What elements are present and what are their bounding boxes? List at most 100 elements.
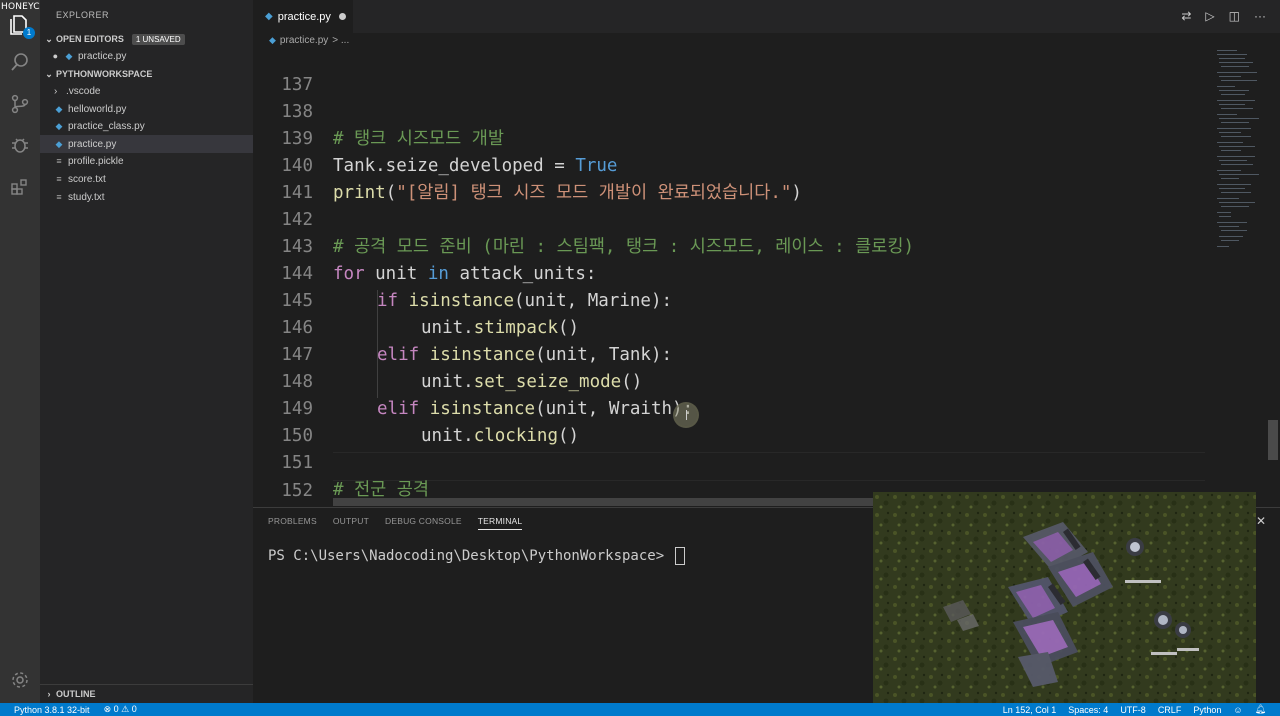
- code-line: 140 print("[알림] 탱크 시즈 모드 개발이 완료되었습니다."): [253, 126, 1213, 203]
- code-line: 143 for unit in attack_units:: [253, 207, 1213, 284]
- tab-label: practice.py: [277, 10, 331, 23]
- code-line: 152: [253, 451, 1213, 501]
- tree-item-practice[interactable]: ◆ practice.py: [40, 135, 253, 153]
- code-line: 138 # 탱크 시즈모드 개발: [253, 72, 1213, 149]
- code-line: 149 unit.clocking(): [253, 369, 1213, 446]
- python-file-icon: ◆: [65, 50, 73, 61]
- code-line: 148 elif isinstance(unit, Wraith):: [253, 342, 1213, 419]
- python-file-icon: ◆: [269, 34, 276, 45]
- tree-item-label: helloworld.py: [68, 103, 127, 115]
- problems-summary[interactable]: ⊗ 0 ⚠ 0: [104, 704, 137, 715]
- scrollbar-thumb[interactable]: [1268, 420, 1278, 460]
- debug-icon[interactable]: [8, 133, 32, 157]
- breadcrumb: ◆ practice.py > ...: [253, 33, 1280, 47]
- activity-bar: HONEYCAM 1: [0, 0, 54, 703]
- cursor-position[interactable]: Ln 152, Col 1: [1003, 705, 1057, 715]
- explorer-icon[interactable]: 1: [8, 12, 35, 39]
- file-icon: ≡: [56, 156, 62, 166]
- code-line: 147 unit.set_seize_mode(): [253, 315, 1213, 392]
- vscode-window: HONEYCAM 1 EXPLORER ⌄ OPEN EDITORS 1 UNS…: [0, 0, 1280, 716]
- tree-item-score-txt[interactable]: ≡ score.txt: [40, 170, 253, 188]
- code-line: 145 unit.stimpack(): [253, 261, 1213, 338]
- minimap[interactable]: [1213, 47, 1266, 507]
- breadcrumb-file[interactable]: practice.py: [280, 35, 328, 46]
- warning-count: 0: [131, 704, 137, 714]
- error-count: 0: [113, 704, 119, 714]
- unsaved-dot-icon: ●: [52, 51, 58, 61]
- open-editors-label: OPEN EDITORS: [56, 34, 124, 44]
- game-video-overlay: [873, 492, 1256, 707]
- run-icon[interactable]: ▷: [1205, 9, 1214, 23]
- terminal-prompt: PS C:\Users\Nadocoding\Desktop\PythonWor…: [268, 548, 673, 564]
- settings-gear-icon[interactable]: [8, 668, 32, 692]
- python-interpreter[interactable]: Python 3.8.1 32-bit: [14, 705, 90, 715]
- close-panel-icon[interactable]: ✕: [1256, 514, 1266, 528]
- text-file-icon: ≡: [56, 174, 62, 184]
- tree-item-label: .vscode: [66, 85, 101, 97]
- tree-item-label: study.txt: [68, 191, 105, 203]
- explorer-sidebar: EXPLORER ⌄ OPEN EDITORS 1 UNSAVED ● ◆ pr…: [40, 0, 253, 703]
- tree-item-label: practice.py: [68, 138, 117, 150]
- code-line: 141: [253, 153, 1213, 203]
- horizontal-scrollbar[interactable]: [333, 498, 873, 506]
- unsaved-dot-icon[interactable]: [338, 13, 346, 20]
- notifications-bell-icon[interactable]: 🔔︎: [1255, 704, 1266, 715]
- encoding[interactable]: UTF-8: [1120, 705, 1146, 715]
- indentation[interactable]: Spaces: 4: [1068, 705, 1108, 715]
- terminal-cursor: [674, 547, 685, 565]
- vertical-scrollbar[interactable]: [1266, 47, 1280, 507]
- sidebar-title: EXPLORER: [56, 10, 110, 20]
- tab-debug-console[interactable]: DEBUG CONSOLE: [385, 516, 462, 530]
- code-line: 142 # 공격 모드 준비 (마린 : 스팀팩, 탱크 : 시즈모드, 레이스…: [253, 180, 1213, 257]
- error-icon: ⊗: [103, 704, 112, 714]
- terminal-output[interactable]: PS C:\Users\Nadocoding\Desktop\PythonWor…: [268, 547, 685, 565]
- tab-terminal[interactable]: TERMINAL: [477, 516, 523, 530]
- tree-item-label: practice_class.py: [68, 120, 145, 132]
- panel-tabs: PROBLEMS OUTPUT DEBUG CONSOLE TERMINAL: [268, 516, 523, 530]
- code-line: 137: [253, 47, 1213, 95]
- code-line: 144 if isinstance(unit, Marine):: [253, 234, 1213, 311]
- search-icon[interactable]: [8, 50, 32, 74]
- code-editor[interactable]: 137 138 # 탱크 시즈모드 개발 139 Tank.seize_deve…: [253, 47, 1213, 507]
- source-control-icon[interactable]: [8, 92, 32, 116]
- chevron-down-icon: ⌄: [45, 68, 53, 79]
- tab-problems[interactable]: PROBLEMS: [268, 516, 317, 530]
- code-line: 151 # 전군 공격: [253, 423, 1213, 500]
- outline-header[interactable]: › OUTLINE: [40, 684, 253, 703]
- tab-output[interactable]: OUTPUT: [333, 516, 369, 530]
- python-file-icon: ◆: [265, 11, 273, 22]
- outline-label: OUTLINE: [56, 689, 96, 699]
- tab-practice[interactable]: ◆ practice.py: [253, 0, 353, 33]
- extensions-icon[interactable]: [8, 175, 32, 199]
- tree-item-study-txt[interactable]: ≡ study.txt: [40, 188, 253, 206]
- text-file-icon: ≡: [56, 192, 62, 202]
- tree-item-practice-class[interactable]: ◆ practice_class.py: [40, 117, 253, 135]
- split-editor-icon[interactable]: ◫: [1229, 9, 1240, 23]
- tree-item-vscode[interactable]: › .vscode: [40, 82, 253, 100]
- code-line: 146 elif isinstance(unit, Tank):: [253, 288, 1213, 365]
- more-actions-icon[interactable]: ···: [1254, 9, 1266, 23]
- open-editor-filename: practice.py: [78, 50, 127, 62]
- end-of-line[interactable]: CRLF: [1158, 705, 1182, 715]
- compare-icon[interactable]: ⇄: [1181, 9, 1191, 23]
- line-number: 152: [281, 481, 313, 501]
- chevron-down-icon: ⌄: [45, 33, 53, 44]
- status-right: Ln 152, Col 1 Spaces: 4 UTF-8 CRLF Pytho…: [1003, 703, 1266, 716]
- workspace-label: PYTHONWORKSPACE: [56, 69, 153, 79]
- python-file-icon: ◆: [55, 103, 63, 114]
- open-editors-header[interactable]: ⌄ OPEN EDITORS 1 UNSAVED: [40, 30, 253, 48]
- editor-actions: ⇄ ▷ ◫ ···: [1181, 9, 1266, 23]
- python-file-icon: ◆: [55, 120, 63, 131]
- breadcrumb-rest[interactable]: > ...: [332, 35, 349, 46]
- tree-item-helloworld[interactable]: ◆ helloworld.py: [40, 100, 253, 118]
- feedback-icon[interactable]: ☺: [1233, 705, 1242, 715]
- tree-item-profile-pickle[interactable]: ≡ profile.pickle: [40, 152, 253, 170]
- code-line: 150: [253, 396, 1213, 446]
- chevron-right-icon: ›: [54, 85, 58, 97]
- editor-tab-bar: ◆ practice.py ⇄ ▷ ◫ ···: [253, 0, 1280, 33]
- language-mode[interactable]: Python: [1193, 705, 1221, 715]
- open-editor-item-practice[interactable]: ● ◆ practice.py: [40, 47, 253, 65]
- workspace-header[interactable]: ⌄ PYTHONWORKSPACE: [40, 65, 253, 83]
- status-bar: Python 3.8.1 32-bit ⊗ 0 ⚠ 0 Ln 152, Col …: [0, 703, 1280, 716]
- tree-item-label: score.txt: [68, 173, 106, 185]
